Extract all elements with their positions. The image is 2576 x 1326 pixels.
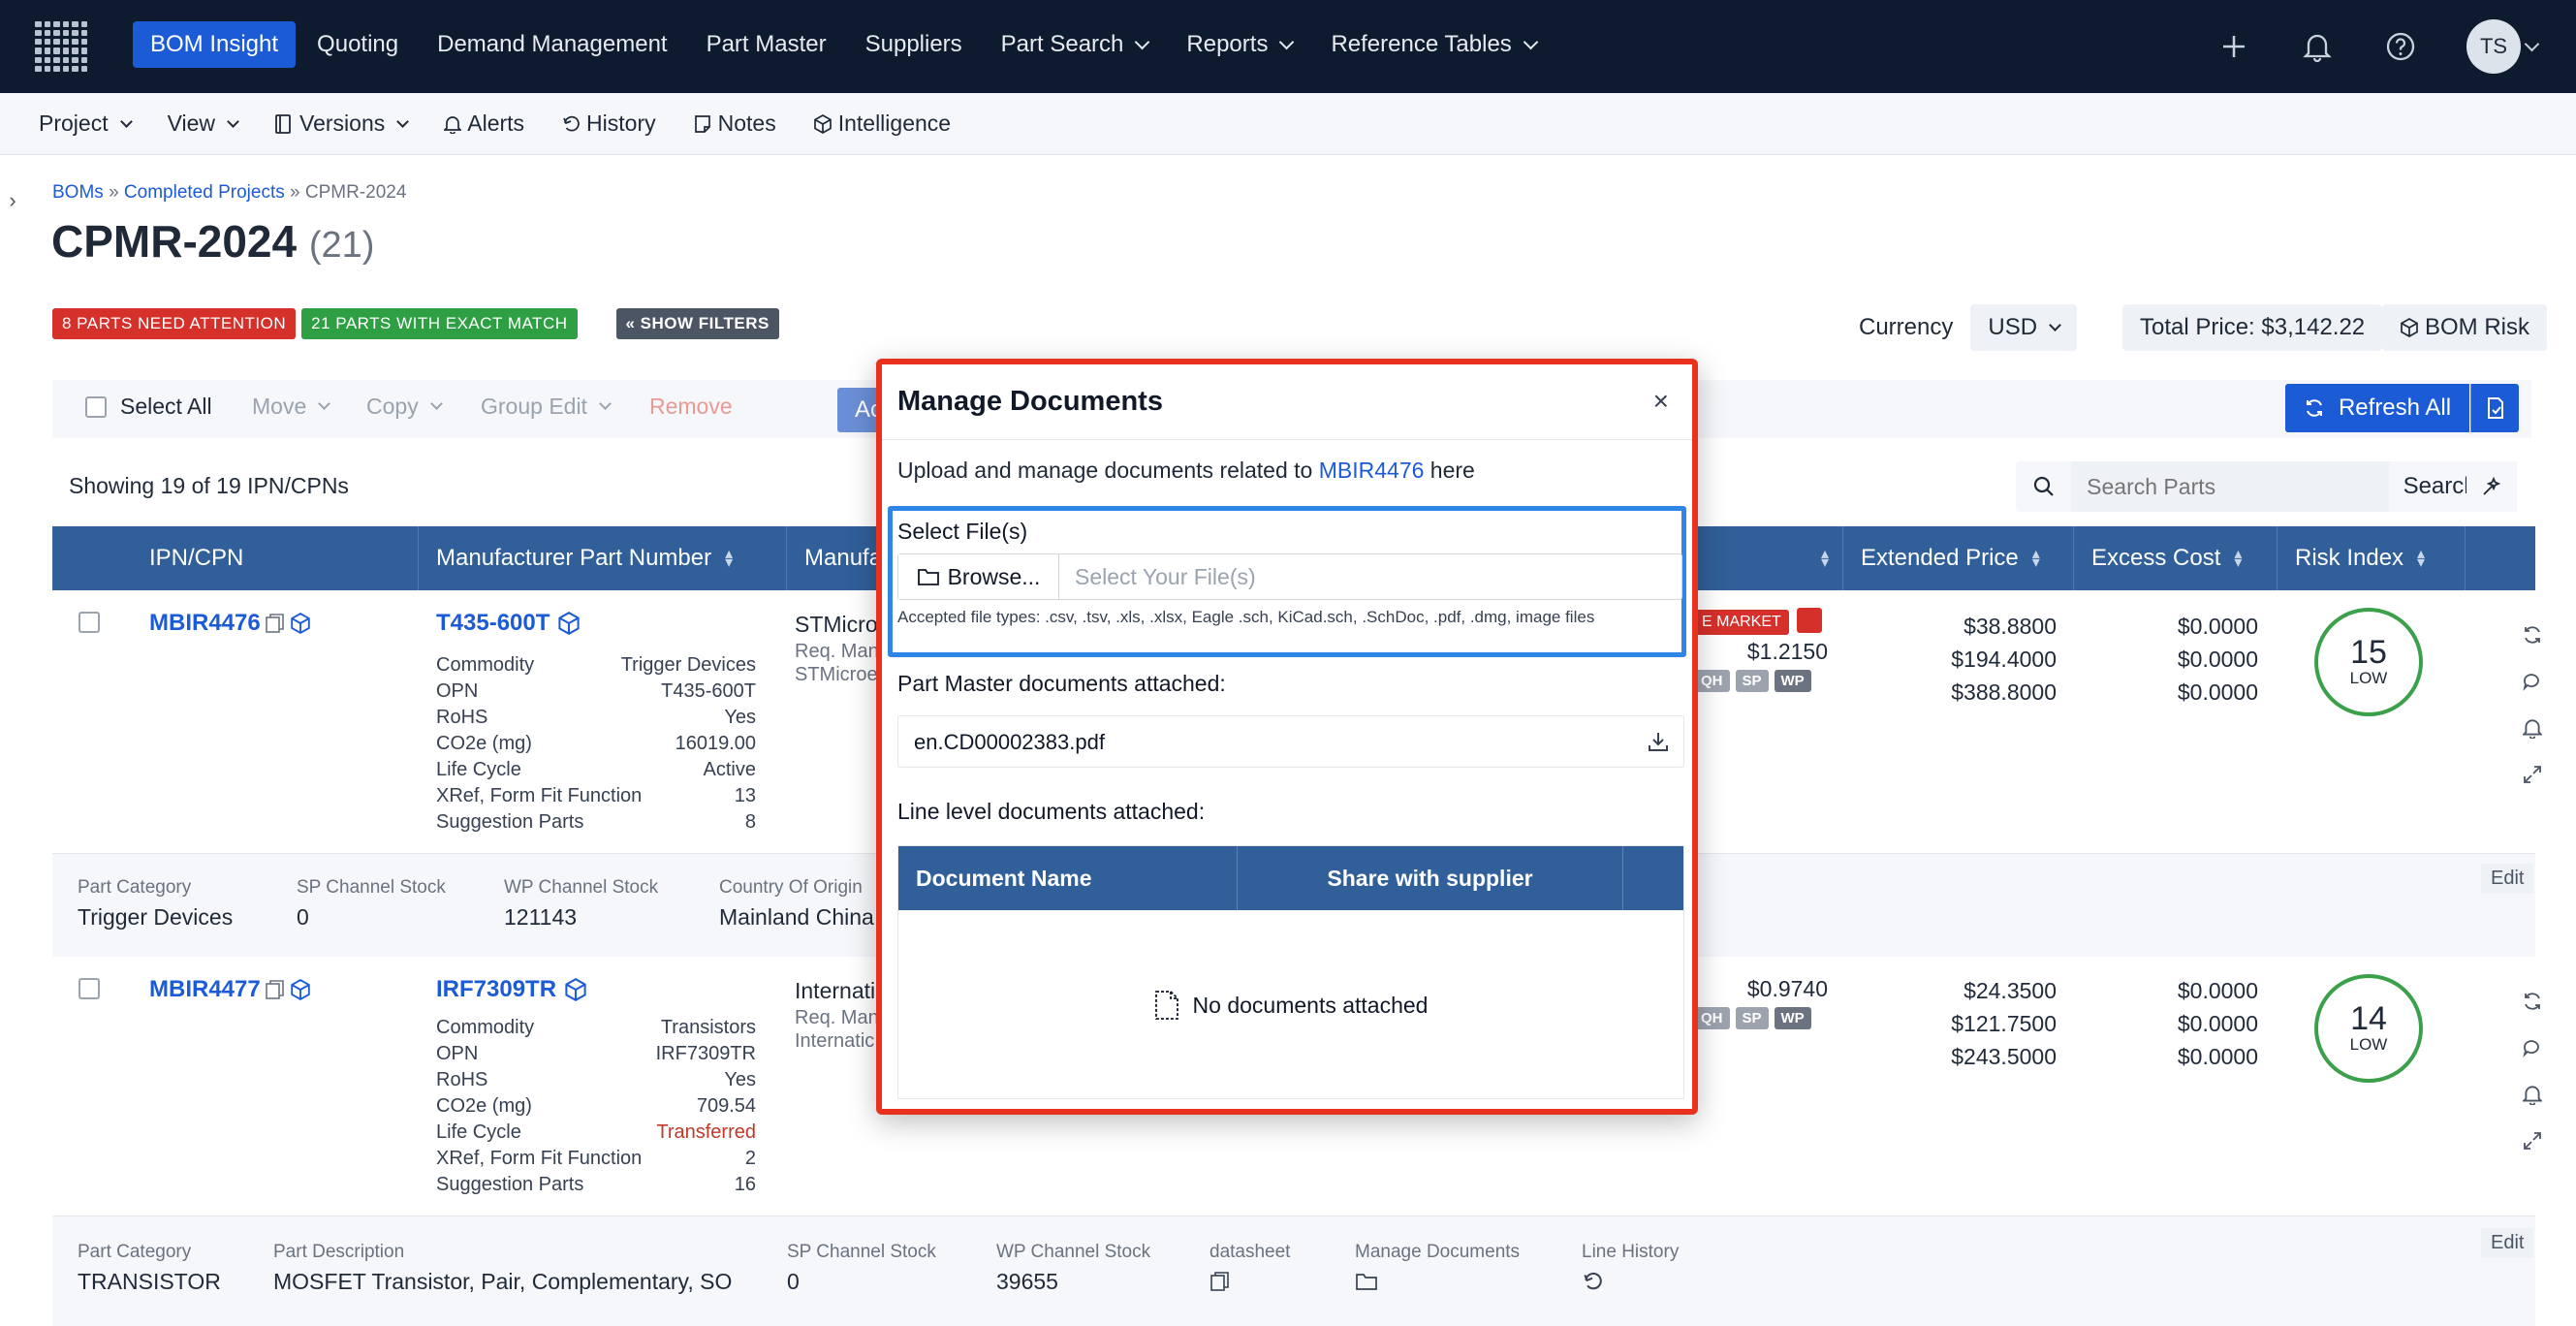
modal-title: Manage Documents bbox=[897, 386, 1163, 417]
line-level-docs-label: Line level documents attached: bbox=[897, 799, 1206, 824]
document-file-name: en.CD00002383.pdf bbox=[914, 730, 1105, 754]
browse-button[interactable]: Browse... bbox=[898, 554, 1059, 599]
part-master-docs-label: Part Master documents attached: bbox=[897, 671, 1226, 696]
header-share-with-supplier: Share with supplier bbox=[1238, 846, 1623, 910]
empty-state: No documents attached bbox=[898, 990, 1683, 1021]
part-master-doc-item: en.CD00002383.pdf bbox=[897, 715, 1684, 768]
modal-ipn-link[interactable]: MBIR4476 bbox=[1319, 458, 1425, 483]
docs-table-header: Document Name Share with supplier bbox=[898, 846, 1683, 910]
modal-description-prefix: Upload and manage documents related to bbox=[897, 458, 1313, 483]
download-icon[interactable] bbox=[1647, 730, 1670, 758]
line-level-docs-table: Document Name Share with supplier No doc… bbox=[897, 845, 1684, 1099]
select-files-label: Select File(s) bbox=[897, 519, 1028, 544]
modal-description-suffix: here bbox=[1429, 458, 1475, 483]
file-input[interactable]: Browse... Select Your File(s) bbox=[897, 553, 1682, 600]
file-upload-section: Select File(s) Browse... Select Your Fil… bbox=[888, 506, 1686, 657]
folder-icon bbox=[917, 569, 939, 585]
file-placeholder[interactable]: Select Your File(s) bbox=[1075, 564, 1256, 590]
modal-header: Manage Documents × bbox=[882, 364, 1692, 440]
header-document-name: Document Name bbox=[898, 846, 1238, 910]
manage-documents-modal: Manage Documents × Upload and manage doc… bbox=[876, 359, 1698, 1115]
no-documents-text: No documents attached bbox=[1192, 992, 1429, 1018]
browse-label: Browse... bbox=[947, 563, 1041, 589]
close-icon[interactable]: × bbox=[1653, 386, 1669, 417]
modal-description: Upload and manage documents related to M… bbox=[897, 458, 1475, 484]
accepted-file-types: Accepted file types: .csv, .tsv, .xls, .… bbox=[897, 608, 1595, 626]
empty-file-icon bbox=[1154, 991, 1178, 1020]
